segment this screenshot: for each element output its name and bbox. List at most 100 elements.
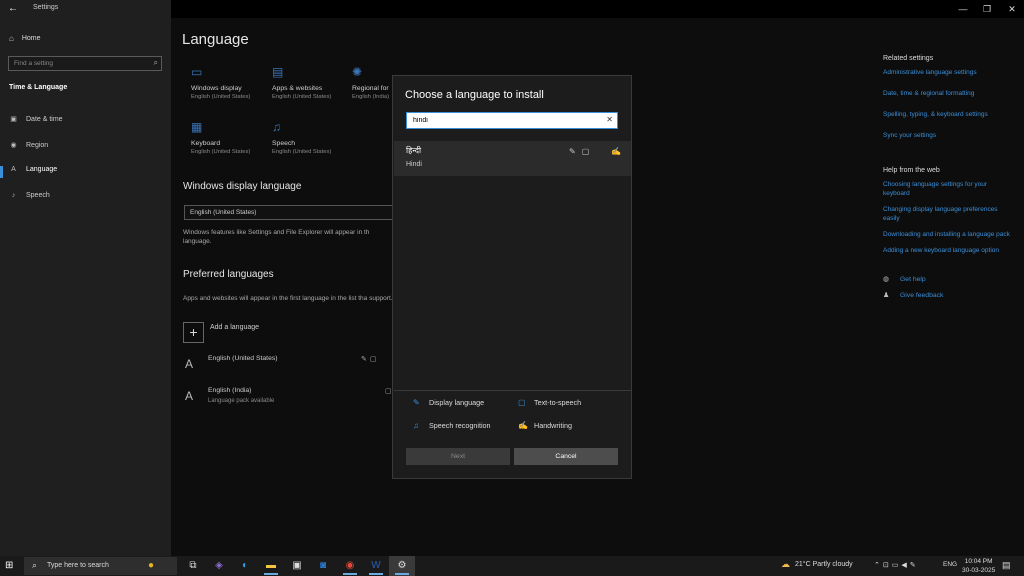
home-label: Home <box>21 35 41 42</box>
preferred-languages-heading: Preferred languages <box>183 269 274 280</box>
copilot-icon[interactable]: ◈ <box>211 558 227 574</box>
clear-search-icon[interactable]: ✕ <box>606 115 613 124</box>
display-language-heading: Windows display language <box>183 181 302 192</box>
microphone-icon: ♪ <box>11 192 16 199</box>
tile-apps-websites[interactable]: ▤ Apps & websites English (United States… <box>272 65 350 100</box>
next-button[interactable]: Next <box>406 448 510 465</box>
legend-label: Speech recognition <box>429 421 491 430</box>
taskbar-search-text: Type here to search <box>47 562 109 569</box>
minimize-button[interactable]: — <box>957 3 969 15</box>
tile-windows-display[interactable]: ▭ Windows display English (United States… <box>191 65 269 100</box>
link-help-language-pack[interactable]: Downloading and installing a language pa… <box>883 230 1013 239</box>
monitor-icon: ▭ <box>191 65 203 79</box>
result-native-name: हिन्दी <box>406 146 422 155</box>
system-tray-icons[interactable]: ⌃⊡▭◀✎ <box>874 561 919 569</box>
link-help-keyboard[interactable]: Choosing language settings for your keyb… <box>883 180 1013 198</box>
legend-speech-recognition: ♫ Speech recognition <box>413 421 491 430</box>
install-language-dialog: Choose a language to install ✕ हिन्दी Hi… <box>392 75 632 479</box>
add-language-label[interactable]: Add a language <box>210 324 259 331</box>
legend-label: Handwriting <box>534 421 572 430</box>
windows-start-icon[interactable]: ⊞ <box>5 560 13 571</box>
settings-active-indicator <box>395 573 409 575</box>
add-language-button[interactable]: + <box>183 322 204 343</box>
link-sync-settings[interactable]: Sync your settings <box>883 131 1013 140</box>
tile-speech[interactable]: ♫ Speech English (United States) <box>272 120 350 155</box>
microphone-icon: ♫ <box>272 120 281 134</box>
display-language-icon: ✎ <box>569 147 576 156</box>
sidebar-item-label: Language <box>26 166 58 173</box>
language-indicator[interactable]: ENG <box>943 561 957 568</box>
tile-sub: English (United States) <box>272 149 332 155</box>
cortana-icon[interactable]: ● <box>143 558 159 574</box>
taskbar-clock[interactable]: 10:04 PM 30-03-2025 <box>962 557 995 575</box>
sidebar-item-language[interactable]: A Language <box>9 166 57 173</box>
display-language-select[interactable]: English (United States) <box>184 205 404 220</box>
chrome-icon[interactable]: ◉ <box>342 558 358 574</box>
outlook-icon[interactable]: ◙ <box>315 558 331 574</box>
page-title: Language <box>182 31 249 48</box>
text-to-speech-icon: ▢ <box>518 398 526 407</box>
tile-keyboard[interactable]: ▦ Keyboard English (United States) <box>191 120 269 155</box>
microphone-icon: ♫ <box>413 421 419 430</box>
cancel-button[interactable]: Cancel <box>514 448 618 465</box>
weather-widget[interactable]: ☁ 21°C Partly cloudy <box>781 559 853 570</box>
maximize-button[interactable]: ❐ <box>981 3 993 15</box>
get-help-link[interactable]: ◍ Get help <box>883 275 1013 284</box>
give-feedback-link[interactable]: ♟ Give feedback <box>883 291 1013 300</box>
language-feature-icons: ✎▢ <box>361 356 380 363</box>
sidebar-item-label: Region <box>26 141 49 149</box>
sidebar-item-home[interactable]: ⌂ Home <box>9 34 41 43</box>
word-icon[interactable]: W <box>368 558 384 574</box>
edge-icon[interactable]: ◐ <box>237 558 253 574</box>
language-result-hindi[interactable]: हिन्दी Hindi ✎ ▢ ✍ <box>394 141 631 176</box>
task-view-icon[interactable]: ⧉ <box>185 558 201 574</box>
link-administrative-language[interactable]: Administrative language settings <box>883 68 1013 77</box>
legend-label: Text-to-speech <box>534 398 582 407</box>
sidebar-section-title: Time & Language <box>9 84 68 91</box>
settings-gear-icon[interactable]: ⚙ <box>394 558 410 574</box>
dialog-title: Choose a language to install <box>405 89 544 101</box>
legend-label: Display language <box>429 398 485 407</box>
language-row-english-india[interactable]: A English (India) Language pack availabl… <box>183 387 393 409</box>
close-button[interactable]: ✕ <box>1006 3 1018 15</box>
language-icon: A <box>185 357 194 371</box>
handwriting-icon: ✍ <box>518 421 528 430</box>
language-search-field[interactable]: ✕ <box>406 112 618 129</box>
back-button[interactable]: ← <box>6 3 20 15</box>
sidebar-item-label: Speech <box>26 192 50 199</box>
home-icon: ⌂ <box>9 34 14 43</box>
notification-icon[interactable]: ▤ <box>1002 560 1011 571</box>
result-feature-icons: ✎ ▢ ✍ <box>569 147 621 156</box>
clock-date: 30-03-2025 <box>962 567 996 574</box>
chat-help-icon: ◍ <box>883 276 890 283</box>
link-help-keyboard-option[interactable]: Adding a new keyboard language option <box>883 246 1013 255</box>
sidebar-item-speech[interactable]: ♪ Speech <box>9 192 50 199</box>
link-help-display[interactable]: Changing display language preferences ea… <box>883 205 1013 223</box>
settings-sidebar: ⌂ Home Find a setting ⌕ Time & Language … <box>0 0 171 556</box>
related-settings-heading: Related settings <box>883 55 934 62</box>
file-explorer-active-indicator <box>264 573 278 575</box>
link-spelling-typing[interactable]: Spelling, typing, & keyboard settings <box>883 110 1013 119</box>
tile-name: Apps & websites <box>272 85 323 92</box>
language-row-english-us[interactable]: A English (United States) ✎▢ <box>183 355 393 377</box>
tile-name: Speech <box>272 140 296 147</box>
language-search-input[interactable] <box>407 113 602 128</box>
link-date-time-regional[interactable]: Date, time & regional formatting <box>883 89 1013 98</box>
chrome-active-indicator <box>343 573 357 575</box>
tile-sub: English (United States) <box>272 94 332 100</box>
file-explorer-icon[interactable]: ▬ <box>263 558 279 574</box>
partly-cloudy-icon: ☁ <box>781 559 790 569</box>
language-icon: A <box>11 166 16 173</box>
calendar-clock-icon: ▣ <box>10 116 17 123</box>
store-icon[interactable]: ▣ <box>289 558 305 574</box>
sidebar-item-date-time[interactable]: ▣ Date & time <box>9 115 62 124</box>
language-name: English (India) <box>208 387 252 394</box>
legend-text-to-speech: ▢ Text-to-speech <box>518 398 581 407</box>
search-icon: ⌕ <box>153 58 158 67</box>
settings-search-box[interactable]: Find a setting ⌕ <box>8 56 162 71</box>
tile-name: Keyboard <box>191 140 221 147</box>
handwriting-icon: ✍ <box>611 147 622 156</box>
title-bar: ← Settings — ❐ ✕ <box>0 0 1024 18</box>
sidebar-item-region[interactable]: ◉ Region <box>9 141 49 150</box>
search-placeholder: Find a setting <box>14 60 54 67</box>
